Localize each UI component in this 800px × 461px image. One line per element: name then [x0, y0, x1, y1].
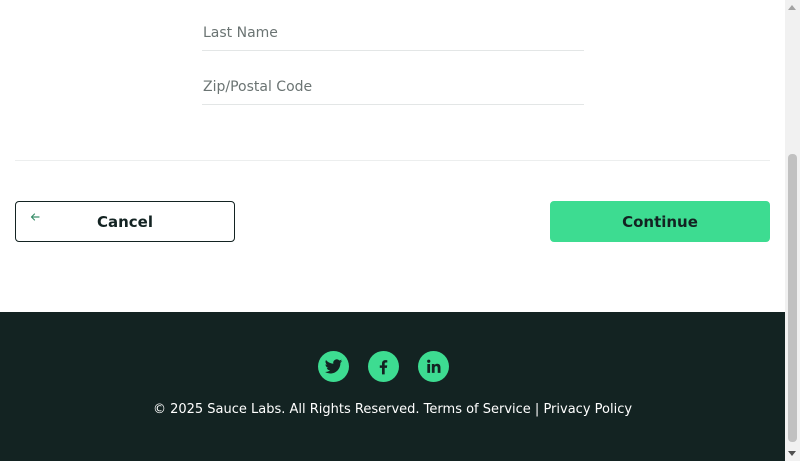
scroll-up-arrow-icon[interactable]	[788, 5, 796, 10]
linkedin-icon	[427, 359, 441, 373]
facebook-link[interactable]	[368, 351, 399, 382]
scrollbar-thumb[interactable]	[788, 154, 797, 442]
footer: © 2025 Sauce Labs. All Rights Reserved. …	[0, 312, 785, 461]
scrollbar[interactable]	[785, 0, 800, 461]
copyright-text: © 2025 Sauce Labs. All Rights Reserved. …	[152, 402, 633, 417]
checkout-page: Cancel Continue © 2025 Sauce Labs. All R…	[0, 0, 785, 461]
continue-button[interactable]: Continue	[550, 201, 770, 242]
cancel-button-label: Cancel	[96, 212, 153, 231]
twitter-icon	[324, 359, 343, 374]
facebook-icon	[379, 360, 388, 375]
last-name-field[interactable]	[202, 21, 584, 51]
divider	[15, 160, 770, 161]
continue-button-label: Continue	[622, 212, 698, 231]
linkedin-link[interactable]	[418, 351, 449, 382]
scroll-down-arrow-icon[interactable]	[788, 451, 796, 456]
twitter-link[interactable]	[318, 351, 349, 382]
arrow-left-icon	[30, 213, 40, 221]
cancel-button[interactable]: Cancel	[15, 201, 235, 242]
zip-postal-code-field[interactable]	[202, 75, 584, 105]
